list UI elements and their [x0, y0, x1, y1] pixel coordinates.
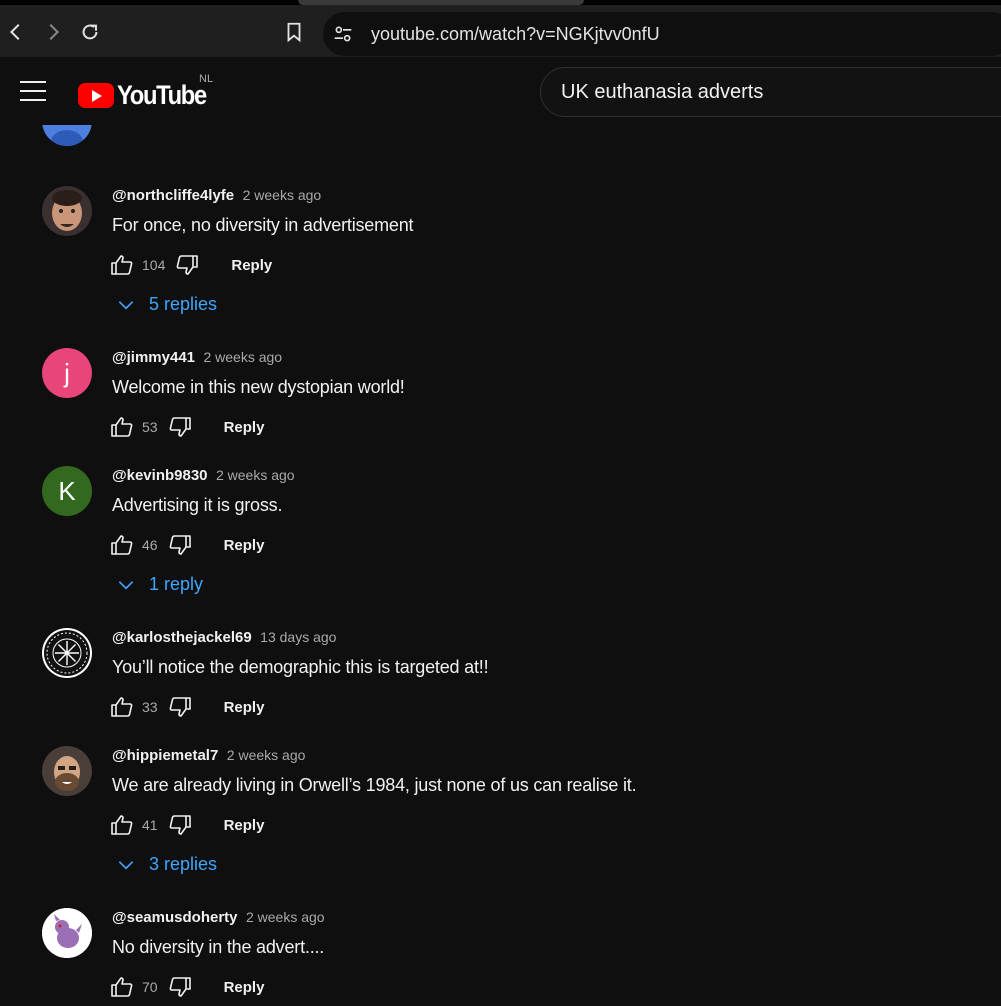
- dislike-button[interactable]: [168, 415, 192, 439]
- search-box[interactable]: [540, 67, 1001, 117]
- reply-button[interactable]: Reply: [224, 699, 265, 716]
- like-count: 53: [142, 419, 158, 435]
- dislike-button[interactable]: [168, 695, 192, 719]
- comment-timestamp[interactable]: 13 days ago: [260, 629, 336, 645]
- youtube-play-icon: [78, 83, 114, 108]
- avatar[interactable]: [42, 746, 92, 796]
- avatar[interactable]: [42, 908, 92, 958]
- thumbs-down-icon: [176, 255, 199, 275]
- reply-button[interactable]: Reply: [224, 817, 265, 834]
- comment-text: No diversity in the advert....: [112, 937, 325, 957]
- user-photo-icon: [42, 746, 92, 796]
- comment-timestamp[interactable]: 2 weeks ago: [243, 187, 322, 203]
- view-replies-button[interactable]: 5 replies: [116, 294, 217, 315]
- thumbs-up-icon: [111, 417, 133, 437]
- replies-label[interactable]: 5 replies: [149, 294, 217, 315]
- avatar[interactable]: K: [42, 466, 92, 516]
- comment-timestamp[interactable]: 2 weeks ago: [203, 349, 282, 365]
- like-button[interactable]: [110, 415, 134, 439]
- comment-text: You’ll notice the demographic this is ta…: [112, 657, 489, 677]
- comment-author[interactable]: @hippiemetal7: [112, 747, 218, 764]
- like-count: 104: [142, 257, 166, 273]
- chevron-down-icon: [118, 300, 134, 310]
- dislike-button[interactable]: [168, 813, 192, 837]
- comment-actions: 33 Reply: [110, 694, 264, 720]
- comment-author[interactable]: @kevinb9830: [112, 467, 208, 484]
- comment-actions: 41 Reply: [110, 812, 264, 838]
- logo-text: YouTube: [117, 80, 207, 110]
- thumbs-up-icon: [111, 535, 133, 555]
- user-photo-icon: [42, 186, 92, 236]
- view-replies-button[interactable]: 1 reply: [116, 574, 203, 595]
- like-button[interactable]: [110, 695, 134, 719]
- avatar-letter: j: [64, 357, 70, 388]
- country-code: NL: [199, 73, 214, 85]
- reply-button[interactable]: Reply: [231, 257, 272, 274]
- thumbs-up-icon: [111, 697, 133, 717]
- comments-section: @northcliffe4lyfe 2 weeks ago For once, …: [0, 0, 1001, 1006]
- reply-button[interactable]: Reply: [224, 537, 265, 554]
- comment-timestamp[interactable]: 2 weeks ago: [227, 747, 306, 763]
- dislike-button[interactable]: [175, 253, 199, 277]
- like-button[interactable]: [110, 253, 134, 277]
- comment-actions: 46 Reply: [110, 532, 264, 558]
- comment-text: For once, no diversity in advertisement: [112, 215, 414, 235]
- dislike-button[interactable]: [168, 533, 192, 557]
- avatar[interactable]: j: [42, 348, 92, 398]
- comment-timestamp[interactable]: 2 weeks ago: [216, 467, 295, 483]
- view-replies-button[interactable]: 3 replies: [116, 854, 217, 875]
- comment-timestamp[interactable]: 2 weeks ago: [246, 909, 325, 925]
- comment-actions: 53 Reply: [110, 414, 264, 440]
- like-count: 46: [142, 537, 158, 553]
- thumbs-up-icon: [111, 255, 133, 275]
- comment-author[interactable]: @seamusdoherty: [112, 909, 238, 926]
- thumbs-down-icon: [169, 535, 191, 555]
- cartoon-creature-icon: [42, 908, 92, 958]
- youtube-header: YouTube NL: [0, 57, 1001, 125]
- like-button[interactable]: [110, 533, 134, 557]
- like-button[interactable]: [110, 813, 134, 837]
- comment-author[interactable]: @karlosthejackel69: [112, 629, 252, 646]
- dislike-button[interactable]: [168, 975, 192, 999]
- avatar-letter: K: [58, 475, 76, 506]
- like-count: 70: [142, 979, 158, 995]
- thumbs-down-icon: [169, 815, 191, 835]
- comment-actions: 70 Reply: [110, 974, 264, 1000]
- like-count: 41: [142, 817, 158, 833]
- youtube-logo[interactable]: YouTube: [78, 80, 218, 111]
- replies-label[interactable]: 3 replies: [149, 854, 217, 875]
- avatar[interactable]: [42, 186, 92, 236]
- thumbs-down-icon: [169, 417, 191, 437]
- comment-author[interactable]: @northcliffe4lyfe: [112, 187, 234, 204]
- reply-button[interactable]: Reply: [224, 979, 265, 996]
- comment-text: Welcome in this new dystopian world!: [112, 377, 405, 397]
- thumbs-up-icon: [111, 815, 133, 835]
- comment-text: We are already living in Orwell’s 1984, …: [112, 775, 637, 795]
- thumbs-down-icon: [169, 977, 191, 997]
- replies-label[interactable]: 1 reply: [149, 574, 203, 595]
- chevron-down-icon: [118, 860, 134, 870]
- reply-button[interactable]: Reply: [224, 419, 265, 436]
- like-count: 33: [142, 699, 158, 715]
- thumbs-down-icon: [169, 697, 191, 717]
- runic-compass-icon: [44, 630, 90, 676]
- comment-actions: 104 Reply: [110, 252, 272, 278]
- comment-author[interactable]: @jimmy441: [112, 349, 195, 366]
- comment-text: Advertising it is gross.: [112, 495, 283, 515]
- chevron-down-icon: [118, 580, 134, 590]
- avatar[interactable]: [42, 628, 92, 678]
- like-button[interactable]: [110, 975, 134, 999]
- search-input[interactable]: [561, 80, 981, 104]
- hamburger-icon[interactable]: [20, 81, 46, 101]
- thumbs-up-icon: [111, 977, 133, 997]
